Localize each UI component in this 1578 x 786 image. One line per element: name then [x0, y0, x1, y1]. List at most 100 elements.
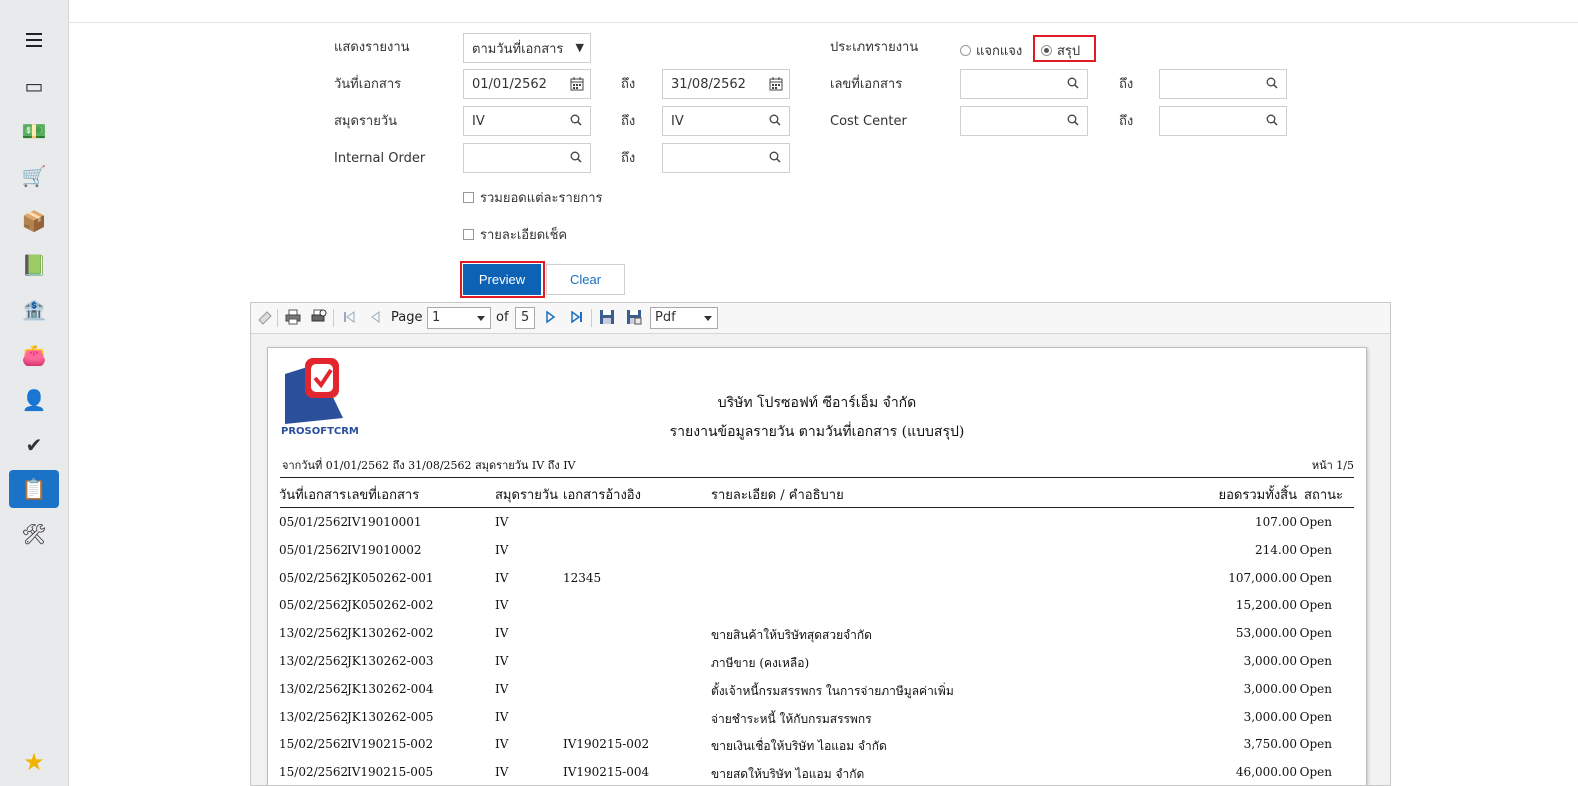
page-value: 1 [432, 310, 441, 325]
company-name: บริษัท โปรซอฟท์ ซีอาร์เอ็ม จำกัด [717, 395, 917, 411]
row-desc: ขายสินค้าให้บริษัทสุดสวยจำกัด [711, 628, 872, 643]
doc-date-to-input[interactable]: 31/08/2562 [662, 69, 790, 99]
top-divider [68, 22, 1578, 23]
search-icon[interactable] [1067, 77, 1079, 89]
last-page-icon[interactable] [569, 309, 585, 325]
export-format-select[interactable]: Pdf [650, 307, 718, 329]
print-preview-icon[interactable] [311, 309, 327, 325]
sidebar: ▭ 💵 🛒 📦 📗 🏦 👛 👤 ✔ 📋 🛠 ★ [0, 0, 69, 786]
table-row: 05/02/2562 JK050262-001 IV 12345 107,000.00 O… [268, 571, 1366, 591]
menu-icon[interactable] [26, 33, 42, 47]
calendar-icon[interactable] [769, 77, 783, 91]
sum-each-label: รวมยอดแต่ละรายการ [480, 191, 603, 206]
column-headers: วันที่เอกสาร เลขที่เอกสาร สมุดรายวัน เอก… [268, 484, 1366, 504]
page-select[interactable]: 1 [427, 307, 491, 329]
radio-detail[interactable]: แจกแจง [960, 40, 1022, 61]
favorite-star-icon[interactable]: ★ [9, 743, 59, 781]
row-total: 53,000.00 [1235, 626, 1297, 641]
money-icon[interactable]: 💵 [9, 112, 59, 150]
header-rule-bottom [280, 507, 1354, 508]
dashboard-icon[interactable]: ▭ [9, 67, 59, 105]
row-total: 107,000.00 [1228, 570, 1297, 585]
journal-to-value: IV [671, 113, 684, 129]
calendar-icon[interactable] [570, 77, 584, 91]
to-label: ถึง [1119, 77, 1134, 92]
row-total: 3,000.00 [1243, 709, 1297, 724]
row-desc: ตั้งเจ้าหนี้กรมสรรพกร ในการจ่ายภาษีมูลค่… [711, 683, 954, 698]
search-icon[interactable] [769, 114, 781, 126]
print-icon[interactable] [285, 309, 301, 325]
search-icon[interactable] [769, 151, 781, 163]
save-icon[interactable] [599, 309, 615, 325]
cheque-detail-checkbox[interactable]: รายละเอียดเช็ค [463, 224, 567, 245]
cost-center-label: Cost Center [830, 114, 907, 129]
prev-page-icon[interactable] [367, 309, 383, 325]
row-ref: IV190215-002 [563, 737, 650, 752]
bank-icon[interactable]: 🏦 [9, 291, 59, 329]
internal-order-to-input[interactable] [662, 143, 790, 173]
first-page-icon[interactable] [341, 309, 357, 325]
to-label: ถึง [621, 114, 636, 129]
preview-button[interactable]: Preview [463, 264, 541, 295]
doc-no-to-input[interactable] [1159, 69, 1287, 99]
search-icon[interactable] [570, 114, 582, 126]
check-icon[interactable]: ✔ [9, 426, 59, 464]
row-journal: IV [495, 654, 509, 668]
row-ref: 12345 [563, 570, 602, 585]
search-icon[interactable] [570, 151, 582, 163]
radio-detail-label: แจกแจง [976, 44, 1023, 59]
row-docno: IV190215-005 [347, 765, 434, 780]
radio-detail-dot[interactable] [960, 45, 971, 56]
row-status: Open [1299, 681, 1332, 696]
row-total: 3,750.00 [1243, 737, 1297, 752]
row-total: 15,200.00 [1235, 598, 1297, 613]
radio-summary-dot[interactable] [1041, 45, 1052, 56]
book-icon[interactable]: 📗 [9, 246, 59, 284]
sum-each-checkbox[interactable]: รวมยอดแต่ละรายการ [463, 187, 603, 208]
show-report-select[interactable]: ตามวันที่เอกสาร ▼ [463, 33, 591, 63]
toggle-params-icon[interactable] [257, 309, 273, 325]
row-date: 13/02/2562 [279, 681, 349, 696]
report-type-label: ประเภทรายงาน [830, 40, 919, 55]
sum-each-box[interactable] [463, 192, 474, 203]
row-date: 05/01/2562 [279, 542, 349, 557]
save-as-icon[interactable] [626, 309, 642, 325]
show-report-label: แสดงรายงาน [334, 40, 410, 55]
to-label: ถึง [1119, 114, 1134, 129]
box-icon[interactable]: 📦 [9, 202, 59, 240]
search-icon[interactable] [1067, 114, 1079, 126]
search-icon[interactable] [1266, 77, 1278, 89]
tools-icon[interactable]: 🛠 [9, 515, 59, 553]
journal-to-input[interactable]: IV [662, 106, 790, 136]
cart-icon[interactable]: 🛒 [9, 157, 59, 195]
doc-no-from-input[interactable] [960, 69, 1088, 99]
next-page-icon[interactable] [543, 309, 559, 325]
col-docno-header: เลขที่เอกสาร [347, 488, 420, 503]
row-journal: IV [495, 681, 509, 696]
row-journal: IV [495, 765, 509, 780]
col-ref-header: เอกสารอ้างอิง [563, 488, 641, 503]
clear-button[interactable]: Clear [546, 264, 625, 295]
internal-order-from-input[interactable] [463, 143, 591, 173]
row-status: Open [1299, 654, 1332, 668]
report-criteria: จากวันที่ 01/01/2562 ถึง 31/08/2562 สมุด… [282, 459, 576, 472]
wallet-icon[interactable]: 👛 [9, 336, 59, 374]
report-viewer: Page 1 of 5 Pdf PROSOFTCRM บริษัท โปรซอฟ… [250, 302, 1391, 786]
export-format-value: Pdf [655, 310, 676, 325]
row-status: Open [1299, 570, 1332, 585]
user-icon[interactable]: 👤 [9, 381, 59, 419]
row-journal: IV [495, 737, 509, 752]
report-icon[interactable]: 📋 [9, 470, 59, 508]
radio-summary[interactable]: สรุป [1041, 40, 1080, 61]
row-docno: JK130262-002 [347, 626, 434, 641]
cost-center-to-input[interactable] [1159, 106, 1287, 136]
page-info: หน้า 1/5 [1311, 459, 1354, 472]
journal-from-input[interactable]: IV [463, 106, 591, 136]
search-icon[interactable] [1266, 114, 1278, 126]
row-date: 13/02/2562 [279, 709, 349, 724]
header-rule-top [280, 477, 1354, 478]
row-date: 05/02/2562 [279, 598, 349, 613]
doc-date-from-input[interactable]: 01/01/2562 [463, 69, 591, 99]
cheque-detail-box[interactable] [463, 229, 474, 240]
cost-center-from-input[interactable] [960, 106, 1088, 136]
